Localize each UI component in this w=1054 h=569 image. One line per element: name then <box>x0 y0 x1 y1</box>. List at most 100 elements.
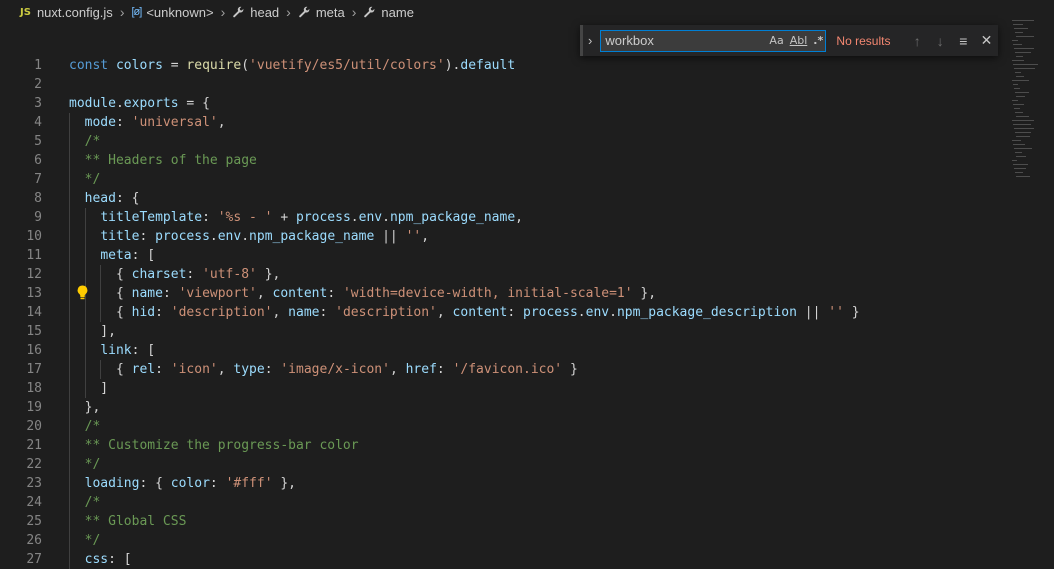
minimap-line <box>1012 20 1034 21</box>
chevron-right-icon: › <box>286 4 291 20</box>
code-line[interactable]: 18 ] <box>0 379 1010 398</box>
minimap-line <box>1015 52 1031 53</box>
code-token: title <box>100 229 140 244</box>
toggle-replace-button[interactable]: › <box>580 25 597 56</box>
minimap-line <box>1013 164 1028 165</box>
code-token: '' <box>405 229 422 244</box>
code-token: . <box>382 210 390 225</box>
line-number: 18 <box>26 381 42 396</box>
code-token: , <box>217 115 226 130</box>
lightbulb-icon[interactable] <box>76 285 89 300</box>
line-number: 17 <box>26 362 42 377</box>
chevron-right-icon: › <box>351 4 357 20</box>
code-text: module.exports = { <box>69 94 210 113</box>
line-number: 12 <box>26 267 42 282</box>
code-token: : <box>155 362 171 377</box>
find-input[interactable] <box>601 33 770 48</box>
minimap-line <box>1016 136 1030 137</box>
line-number: 13 <box>26 286 42 301</box>
code-line[interactable]: 20 /* <box>0 417 1010 436</box>
code-line[interactable]: 6 ** Headers of the page <box>0 151 1010 170</box>
code-line[interactable]: 9 titleTemplate: '%s - ' + process.env.n… <box>0 208 1010 227</box>
close-find-button[interactable]: ✕ <box>975 32 998 49</box>
code-text: /* <box>69 132 101 151</box>
code-token: 'description' <box>335 305 437 320</box>
code-token: }, <box>256 267 281 282</box>
minimap-line <box>1013 24 1023 25</box>
line-number: 5 <box>34 134 42 149</box>
code-line[interactable]: 23 loading: { color: '#fff' }, <box>0 474 1010 493</box>
code-line[interactable]: 13 { name: 'viewport', content: 'width=d… <box>0 284 1010 303</box>
code-token: { <box>69 305 132 320</box>
regex-toggle[interactable]: .* <box>813 34 823 47</box>
code-line[interactable]: 25 ** Global CSS <box>0 512 1010 531</box>
next-match-button[interactable]: ↓ <box>929 33 952 49</box>
code-line[interactable]: 4 mode: 'universal', <box>0 113 1010 132</box>
code-line[interactable]: 19 }, <box>0 398 1010 417</box>
code-line[interactable]: 24 /* <box>0 493 1010 512</box>
code-line[interactable]: 27 css: [ <box>0 550 1010 569</box>
match-case-toggle[interactable]: Aa <box>769 34 783 47</box>
chevron-right-icon: › <box>119 4 125 20</box>
code-line[interactable]: 12 { charset: 'utf-8' }, <box>0 265 1010 284</box>
minimap-line <box>1013 104 1024 105</box>
minimap-line <box>1016 96 1025 97</box>
code-line[interactable]: 5 /* <box>0 132 1010 151</box>
breadcrumb-meta[interactable]: meta <box>296 5 347 20</box>
code-token: ** Customize the progress-bar color <box>84 438 359 453</box>
code-token: : <box>202 210 218 225</box>
code-text: */ <box>69 531 101 550</box>
previous-match-button[interactable]: ↑ <box>906 33 929 49</box>
code-token: href <box>405 362 437 377</box>
code-token: }, <box>632 286 657 301</box>
code-token: , <box>515 210 523 225</box>
code-line[interactable]: 15 ], <box>0 322 1010 341</box>
code-line[interactable]: 11 meta: [ <box>0 246 1010 265</box>
code-editor[interactable]: 1 const colors = require('vuetify/es5/uti… <box>0 56 1010 569</box>
code-line[interactable]: 22 */ <box>0 455 1010 474</box>
code-line[interactable]: 14 { hid: 'description', name: 'descript… <box>0 303 1010 322</box>
code-line[interactable]: 7 */ <box>0 170 1010 189</box>
minimap-line <box>1015 32 1023 33</box>
code-line[interactable]: 17 { rel: 'icon', type: 'image/x-icon', … <box>0 360 1010 379</box>
breadcrumb-file[interactable]: nuxt.config.js <box>35 5 115 20</box>
js-file-icon: JS <box>20 6 31 18</box>
code-line[interactable]: 16 link: [ <box>0 341 1010 360</box>
code-line[interactable]: 2 <box>0 75 1010 94</box>
breadcrumb-unknown-label: <unknown> <box>146 4 214 20</box>
breadcrumb-unknown[interactable]: [ø] <unknown> <box>129 5 215 20</box>
code-line[interactable]: 8 head: { <box>0 189 1010 208</box>
code-token: 'description' <box>170 305 273 320</box>
code-line[interactable]: 21 ** Customize the progress-bar color <box>0 436 1010 455</box>
minimap-line <box>1016 76 1024 77</box>
code-line[interactable]: 26 */ <box>0 531 1010 550</box>
code-line[interactable]: 1 const colors = require('vuetify/es5/uti… <box>0 56 1010 75</box>
minimap-line <box>1014 108 1020 109</box>
code-token: meta <box>100 248 132 263</box>
minimap-line <box>1012 120 1034 121</box>
whole-word-toggle[interactable]: Abl <box>790 34 808 47</box>
breadcrumb-head[interactable]: head <box>230 5 281 20</box>
line-number: 7 <box>34 172 42 187</box>
code-text: */ <box>69 455 101 474</box>
code-token: 'icon' <box>170 362 218 377</box>
vertical-scrollbar[interactable] <box>1040 0 1054 565</box>
minimap-line <box>1015 172 1023 173</box>
line-number: 27 <box>26 552 42 567</box>
code-token: ). <box>444 58 461 73</box>
find-in-selection-button[interactable]: ≡ <box>952 33 975 49</box>
code-line[interactable]: 10 title: process.env.npm_package_name |… <box>0 227 1010 246</box>
code-text: titleTemplate: '%s - ' + process.env.npm… <box>69 208 523 227</box>
code-token: colors <box>115 58 163 73</box>
line-number: 11 <box>26 248 42 263</box>
arrow-up-icon: ↑ <box>913 32 921 49</box>
code-token: : <box>139 229 156 244</box>
breadcrumb-name[interactable]: name <box>361 5 416 20</box>
code-token: . <box>577 305 586 320</box>
code-line[interactable]: 3 module.exports = { <box>0 94 1010 113</box>
